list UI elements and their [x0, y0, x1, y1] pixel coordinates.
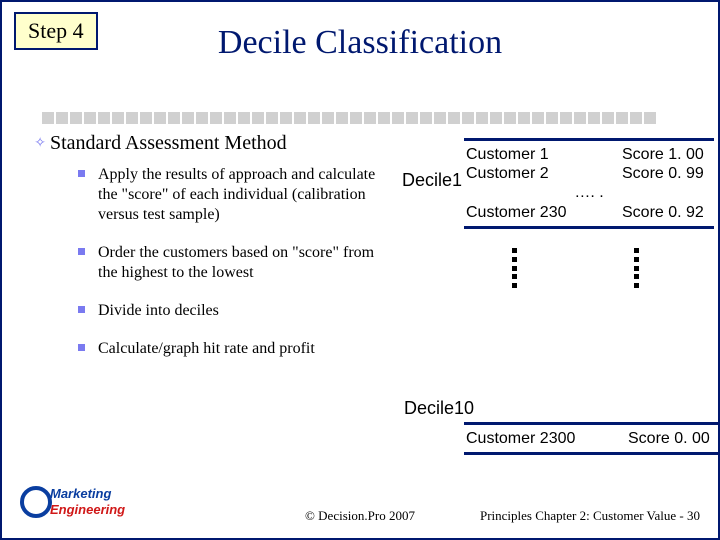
decile10-box: Customer 2300 Score 0. 00 [464, 422, 720, 455]
table-row: Customer 1 Score 1. 00 [466, 145, 712, 164]
customer-cell: Customer 230 [466, 203, 622, 222]
table-row: …. . [466, 183, 712, 202]
score-cell: Score 0. 92 [622, 203, 712, 222]
logo-text-1: Marketing [50, 486, 111, 501]
decile1-label: Decile1 [402, 170, 462, 191]
footer-page-info: Principles Chapter 2: Customer Value - 3… [480, 508, 700, 524]
customer-cell: Customer 1 [466, 145, 622, 164]
decile1-box: Customer 1 Score 1. 00 Customer 2 Score … [464, 138, 714, 229]
score-cell: Score 0. 00 [628, 429, 718, 448]
customer-cell: Customer 2300 [466, 429, 628, 448]
slide: Step 4 Decile Classification Standard As… [0, 0, 720, 540]
dots-icon [512, 248, 518, 288]
bullet-item: Order the customers based on "score" fro… [78, 243, 390, 283]
table-row: Customer 2 Score 0. 99 [466, 164, 712, 183]
bullet-item: Apply the results of approach and calcul… [78, 165, 390, 225]
table-row: Customer 2300 Score 0. 00 [466, 429, 718, 448]
bullet-list: Apply the results of approach and calcul… [50, 165, 390, 359]
content-block: Standard Assessment Method Apply the res… [50, 132, 390, 377]
customer-cell: Customer 2 [466, 164, 622, 183]
decile10-label: Decile10 [404, 398, 474, 419]
ellipsis-cell: …. . [574, 183, 603, 202]
slide-title: Decile Classification [2, 24, 718, 62]
dots-icon [634, 248, 640, 288]
divider [42, 112, 698, 124]
bullet-item: Divide into deciles [78, 301, 390, 321]
score-cell: Score 0. 99 [622, 164, 712, 183]
score-cell: Score 1. 00 [622, 145, 712, 164]
table-row: Customer 230 Score 0. 92 [466, 203, 712, 222]
section-heading: Standard Assessment Method [50, 132, 390, 155]
vertical-ellipsis-zone [464, 248, 710, 298]
bullet-item: Calculate/graph hit rate and profit [78, 339, 390, 359]
